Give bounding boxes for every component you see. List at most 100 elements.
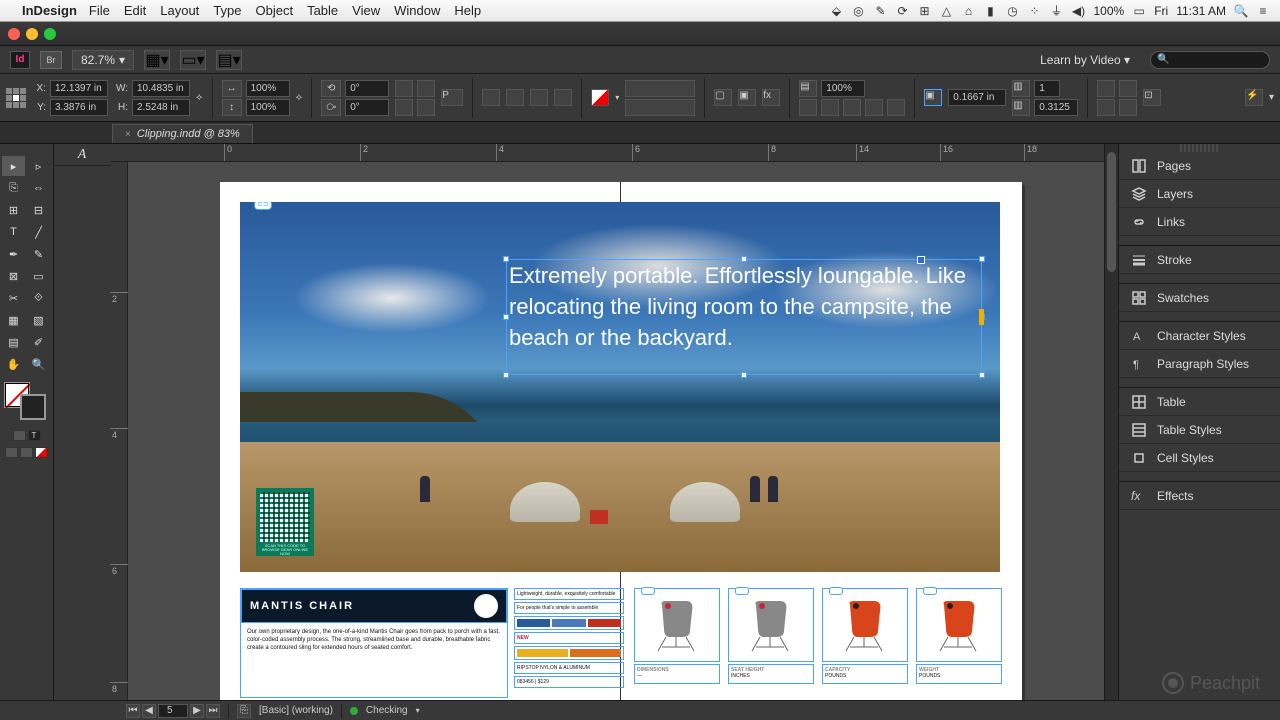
apply-color-icon[interactable] [5, 447, 18, 458]
menu-object[interactable]: Object [256, 3, 294, 18]
content-placer-icon[interactable]: ⊟ [27, 200, 50, 220]
select-next-icon[interactable] [554, 89, 572, 106]
w-field[interactable]: 10.4835 in [132, 80, 190, 97]
select-prev-icon[interactable] [530, 89, 548, 106]
cc-icon[interactable]: ◎ [851, 4, 865, 18]
panel-stroke[interactable]: Stroke [1119, 246, 1280, 274]
select-container-icon[interactable] [482, 89, 500, 106]
reference-point-icon[interactable] [6, 88, 26, 108]
scissors-tool-icon[interactable]: ✂ [2, 288, 25, 308]
opacity-field[interactable]: 100% [821, 80, 865, 97]
page-field[interactable]: 5 [158, 704, 188, 718]
type-tool-icon[interactable]: T [2, 222, 25, 242]
fill-swatch-icon[interactable] [591, 89, 609, 106]
scale-y-field[interactable]: 100% [246, 99, 290, 116]
fill-stroke-swatch[interactable] [2, 382, 50, 424]
effects-icon[interactable]: fx [762, 89, 780, 106]
horizontal-ruler[interactable]: 0 2 4 6 8 14 16 18 [110, 144, 1118, 162]
chair-card[interactable]: SEAT HEIGHTINCHES [728, 588, 814, 698]
rotate-ccw-icon[interactable] [417, 80, 435, 97]
stroke-style-field-2[interactable] [625, 99, 695, 116]
auto-fit-icon[interactable]: ⊡ [1143, 89, 1161, 106]
more-icon[interactable]: ⁘ [1027, 4, 1041, 18]
rotate-cw-icon[interactable] [395, 80, 413, 97]
menu-layout[interactable]: Layout [160, 3, 199, 18]
direct-selection-tool-icon[interactable]: ▹ [27, 156, 50, 176]
panel-menu-icon[interactable]: ▾ [1269, 92, 1274, 103]
rectangle-tool-icon[interactable]: ▭ [27, 266, 50, 286]
mantis-card[interactable]: MANTIS CHAIR Our own proprietary design,… [240, 588, 508, 698]
spec-box[interactable]: NEW [514, 632, 624, 644]
hero-image-frame[interactable]: ⊂⊃ SCAN THIS CODE TO BROWSE GEAR ONLINE … [240, 202, 1000, 572]
menubar-time[interactable]: 11:31 AM [1176, 4, 1226, 18]
panel-pages[interactable]: Pages [1119, 152, 1280, 180]
align-top-icon[interactable] [1097, 80, 1115, 97]
wrap-jump-icon[interactable] [865, 99, 883, 116]
preflight-status-icon[interactable] [350, 707, 358, 715]
menu-window[interactable]: Window [394, 3, 440, 18]
indesign-logo-icon[interactable]: Id [10, 51, 30, 69]
apply-gradient-icon[interactable] [20, 447, 33, 458]
scale-x-field[interactable]: 100% [246, 80, 290, 97]
shear-field[interactable]: 0° [345, 99, 389, 116]
align-mid-icon[interactable] [1119, 80, 1137, 97]
eyedropper-tool-icon[interactable]: ✐ [27, 332, 50, 352]
close-icon[interactable] [8, 28, 20, 40]
flip-v-icon[interactable] [417, 99, 435, 116]
wrap-column-icon[interactable] [887, 99, 905, 116]
pasteboard[interactable]: 2 4 6 8 ⊂⊃ SCAN THIS CODE TO BROWSE GEAR… [110, 162, 1118, 700]
dropbox-icon[interactable]: ⬙ [829, 4, 843, 18]
gap-tool-icon[interactable]: ⇔ [27, 178, 50, 198]
drive-icon[interactable]: △ [939, 4, 953, 18]
selection-tool-icon[interactable]: ▸ [2, 156, 25, 176]
apply-none-icon[interactable] [35, 447, 48, 458]
panel-layers[interactable]: Layers [1119, 180, 1280, 208]
battery-icon[interactable]: ▭ [1132, 4, 1146, 18]
panel-effects[interactable]: fxEffects [1119, 482, 1280, 510]
battery-menulet-icon[interactable]: ▮ [983, 4, 997, 18]
app-name[interactable]: InDesign [22, 3, 77, 18]
h-field[interactable]: 2.5248 in [132, 99, 190, 116]
wrap-bbox-icon[interactable] [821, 99, 839, 116]
zoom-tool-icon[interactable]: 🔍 [27, 354, 50, 374]
preflight-label[interactable]: Checking [366, 705, 408, 716]
formatting-container-icon[interactable] [13, 430, 26, 441]
select-content-icon[interactable] [506, 89, 524, 106]
panel-swatches[interactable]: Swatches [1119, 284, 1280, 312]
prev-page-icon[interactable]: ◀ [142, 704, 156, 718]
panel-paragraph-styles[interactable]: ¶Paragraph Styles [1119, 350, 1280, 378]
drop-shadow-icon[interactable]: ▣ [738, 89, 756, 106]
next-page-icon[interactable]: ▶ [190, 704, 204, 718]
menubar-day[interactable]: Fri [1154, 4, 1168, 18]
panel-table-styles[interactable]: Table Styles [1119, 416, 1280, 444]
object-style[interactable]: [Basic] (working) [259, 705, 333, 716]
spec-box[interactable]: Lightweight, durable, exquisitely comfor… [514, 588, 624, 600]
chair-card[interactable]: WEIGHTPOUNDS [916, 588, 1002, 698]
panel-links[interactable]: Links [1119, 208, 1280, 236]
tab-clipping[interactable]: ×Clipping.indd @ 83% [112, 124, 253, 143]
menu-edit[interactable]: Edit [124, 3, 146, 18]
last-page-icon[interactable]: ⏭ [206, 704, 220, 718]
formatting-text-icon[interactable]: T [28, 430, 41, 441]
notification-icon[interactable]: ≡ [1256, 4, 1270, 18]
zoom-window-icon[interactable] [44, 28, 56, 40]
page-tool-icon[interactable]: ⎘ [2, 178, 25, 198]
spec-box[interactable]: For people that's simple to assemble [514, 602, 624, 614]
columns-field[interactable]: 1 [1034, 80, 1060, 97]
wrap-shape-icon[interactable] [843, 99, 861, 116]
close-tab-icon[interactable]: × [125, 129, 131, 140]
rotate-field[interactable]: 0° [345, 80, 389, 97]
y-field[interactable]: 3.3876 in [50, 99, 108, 116]
bridge-icon[interactable]: Br [40, 51, 62, 69]
stroke-weight-field[interactable]: 0.1667 in [948, 89, 1006, 106]
character-formatting-icon[interactable]: A [54, 144, 110, 166]
wifi-icon[interactable]: ⏚ [1049, 4, 1063, 18]
swatch-row[interactable] [514, 616, 624, 630]
menu-table[interactable]: Table [307, 3, 338, 18]
gradient-swatch-tool-icon[interactable]: ▦ [2, 310, 25, 330]
panel-cell-styles[interactable]: Cell Styles [1119, 444, 1280, 472]
spec-box[interactable]: RIPSTOP NYLON & ALUMINUM [514, 662, 624, 674]
pen-tool-icon[interactable]: ✒ [2, 244, 25, 264]
vertical-ruler[interactable]: 2 4 6 8 [110, 162, 128, 700]
swatch-row[interactable] [514, 646, 624, 660]
